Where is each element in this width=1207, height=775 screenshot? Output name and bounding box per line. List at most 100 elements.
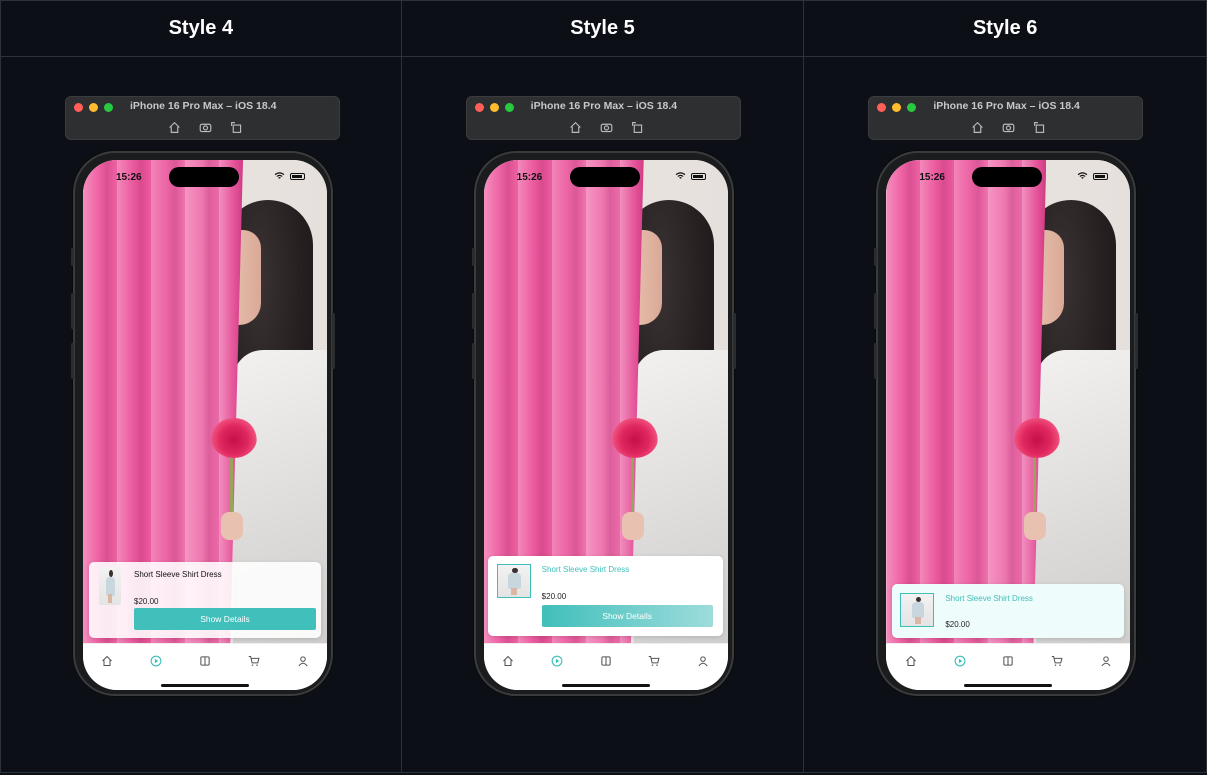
home-indicator[interactable]: [161, 684, 249, 687]
rotate-icon[interactable]: [629, 120, 646, 134]
home-icon: [905, 655, 916, 667]
product-name: Short Sleeve Shirt Dress: [541, 565, 630, 574]
dynamic-island: [972, 167, 1043, 187]
tab-book[interactable]: [594, 652, 618, 670]
tab-book[interactable]: [996, 652, 1020, 670]
zoom-button[interactable]: [907, 103, 917, 112]
battery-icon: [690, 172, 706, 180]
iphone-frame: 15:26 Short Sleeve Shirt Dress $20.00: [874, 151, 1139, 696]
status-time: 15:26: [919, 172, 945, 183]
home-icon: [503, 655, 513, 667]
home-icon[interactable]: [166, 120, 183, 134]
flower: [211, 418, 257, 458]
style-column-5: Style 5 iPhone 16 Pro Max – iOS 18.4 15:…: [401, 0, 805, 773]
product-card[interactable]: Short Sleeve Shirt Dress $20.00 Show Det…: [487, 556, 723, 636]
style-column-4: Style 4 iPhone 16 Pro Max – iOS 18.4 15:…: [0, 0, 402, 773]
model-hand: [221, 512, 243, 540]
product-thumbnail: [496, 564, 531, 598]
simulator-toolbar: iPhone 16 Pro Max – iOS 18.4: [868, 96, 1144, 140]
tab-cart[interactable]: [642, 652, 666, 670]
volume-down-button: [71, 343, 74, 379]
minimize-button[interactable]: [89, 103, 98, 112]
tab-bar: [83, 643, 327, 690]
dynamic-island: [569, 167, 640, 187]
tab-bar: [483, 643, 728, 690]
phone-screen: 15:26 Short Sleeve Shirt Dress $20.00 Sh…: [483, 160, 728, 690]
screenshot-icon[interactable]: [197, 120, 214, 134]
status-time: 15:26: [116, 172, 142, 183]
screenshot-icon[interactable]: [1000, 120, 1017, 134]
product-card[interactable]: Short Sleeve Shirt Dress $20.00: [892, 584, 1125, 638]
wifi-icon: [1078, 172, 1088, 179]
product-price: $20.00: [945, 620, 970, 629]
profile-icon: [298, 656, 308, 667]
tab-cart[interactable]: [242, 652, 266, 670]
iphone-frame: 15:26 Short Sleeve Shirt Dress $20.00 Sh…: [71, 151, 335, 696]
show-details-button[interactable]: Show Details: [134, 608, 316, 630]
power-button: [1135, 313, 1139, 369]
wifi-icon: [675, 172, 686, 179]
battery-icon: [1093, 172, 1109, 180]
home-indicator[interactable]: [964, 684, 1053, 687]
tab-play[interactable]: [545, 652, 569, 670]
close-button[interactable]: [877, 103, 887, 112]
column-title: Style 4: [1, 1, 401, 57]
cart-icon: [1051, 655, 1063, 666]
dynamic-island: [169, 167, 239, 187]
rotate-icon[interactable]: [228, 120, 245, 134]
tab-home[interactable]: [899, 652, 923, 670]
phone-screen: 15:26 Short Sleeve Shirt Dress $20.00 Sh…: [83, 160, 327, 690]
zoom-button[interactable]: [504, 103, 514, 112]
status-icons: [675, 172, 706, 180]
simulator-title: iPhone 16 Pro Max – iOS 18.4: [130, 100, 277, 112]
home-icon[interactable]: [969, 120, 986, 134]
volume-down-button: [471, 343, 475, 379]
product-thumbnail: [99, 567, 121, 605]
status-icons: [1077, 172, 1109, 180]
battery-icon: [290, 172, 305, 180]
home-icon: [102, 655, 113, 667]
product-card[interactable]: Short Sleeve Shirt Dress $20.00 Show Det…: [89, 562, 321, 638]
book-icon: [601, 656, 611, 666]
cart-icon: [649, 655, 661, 666]
profile-icon: [1101, 656, 1111, 667]
play-icon: [150, 655, 162, 667]
home-icon[interactable]: [567, 120, 584, 134]
play-icon: [551, 655, 563, 667]
tab-profile[interactable]: [1094, 652, 1118, 670]
window-controls: [877, 103, 917, 112]
status-icons: [274, 172, 305, 180]
show-details-button[interactable]: Show Details: [541, 605, 713, 627]
volume-up-button: [874, 293, 878, 329]
zoom-button[interactable]: [104, 103, 113, 112]
tab-profile[interactable]: [691, 652, 715, 670]
tab-home[interactable]: [95, 652, 119, 670]
window-controls: [474, 103, 514, 112]
home-indicator[interactable]: [561, 684, 650, 687]
power-button: [732, 313, 736, 369]
iphone-frame: 15:26 Short Sleeve Shirt Dress $20.00 Sh…: [471, 151, 736, 696]
tab-play[interactable]: [144, 652, 168, 670]
screenshot-icon[interactable]: [598, 120, 615, 134]
tab-profile[interactable]: [291, 652, 315, 670]
tab-cart[interactable]: [1045, 652, 1069, 670]
tab-home[interactable]: [496, 652, 520, 670]
profile-icon: [698, 656, 708, 667]
product-name: Short Sleeve Shirt Dress: [945, 594, 1033, 603]
rotate-icon[interactable]: [1031, 120, 1048, 134]
pink-curtain: [886, 160, 1047, 643]
minimize-button[interactable]: [489, 103, 499, 112]
window-controls: [74, 103, 113, 112]
action-button: [471, 248, 475, 266]
column-title: Style 6: [804, 1, 1207, 57]
volume-down-button: [874, 343, 878, 379]
close-button[interactable]: [474, 103, 484, 112]
status-time: 15:26: [516, 172, 543, 183]
tab-book[interactable]: [193, 652, 217, 670]
tab-play[interactable]: [948, 652, 972, 670]
column-title: Style 5: [401, 1, 804, 57]
minimize-button[interactable]: [892, 103, 902, 112]
close-button[interactable]: [74, 103, 83, 112]
book-icon: [200, 656, 210, 666]
model-hand: [621, 512, 644, 540]
